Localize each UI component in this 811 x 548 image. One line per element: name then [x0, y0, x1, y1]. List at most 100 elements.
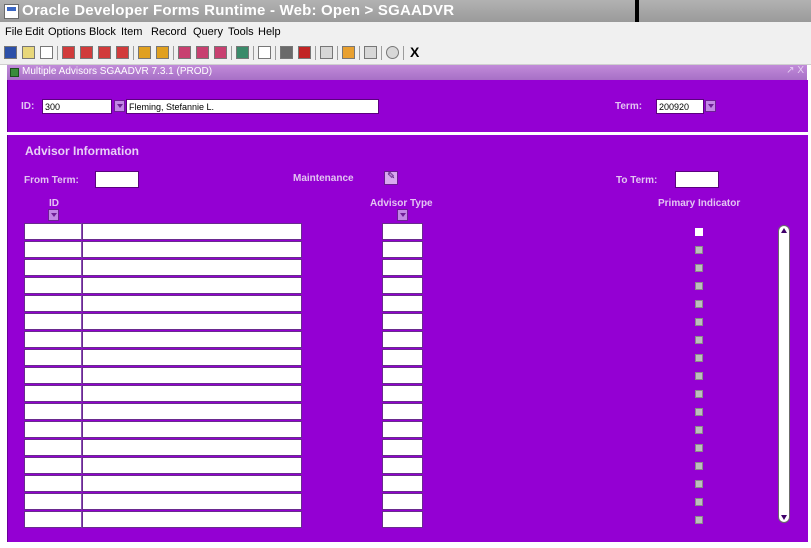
name-field[interactable]: Fleming, Stefannie L. [126, 99, 379, 114]
advisor-name-cell[interactable] [82, 349, 302, 366]
primary-indicator-checkbox[interactable] [695, 354, 703, 362]
advisor-id-cell[interactable] [24, 511, 82, 528]
help-icon[interactable] [320, 46, 333, 59]
advisor-id-cell[interactable] [24, 439, 82, 456]
menu-file[interactable]: File [5, 26, 23, 38]
advisor-type-cell[interactable] [382, 277, 423, 294]
menu-item[interactable]: Item [121, 26, 142, 38]
primary-indicator-checkbox[interactable] [695, 372, 703, 380]
advisor-type-cell[interactable] [382, 511, 423, 528]
advisor-name-cell[interactable] [82, 331, 302, 348]
primary-indicator-checkbox[interactable] [695, 282, 703, 290]
records-scrollbar[interactable] [778, 225, 790, 523]
menu-edit[interactable]: Edit [25, 26, 44, 38]
advisor-type-cell[interactable] [382, 439, 423, 456]
advisor-type-cell[interactable] [382, 367, 423, 384]
export-icon[interactable] [280, 46, 293, 59]
advisor-type-cell[interactable] [382, 493, 423, 510]
advisor-id-cell[interactable] [24, 367, 82, 384]
advisor-id-cell[interactable] [24, 403, 82, 420]
advisor-name-cell[interactable] [82, 313, 302, 330]
print-icon[interactable] [40, 46, 53, 59]
save-icon[interactable] [4, 46, 17, 59]
advisor-id-cell[interactable] [24, 475, 82, 492]
primary-indicator-checkbox[interactable] [695, 408, 703, 416]
col-id-lov-button[interactable] [48, 209, 59, 221]
advisor-type-cell[interactable] [382, 403, 423, 420]
advisor-id-cell[interactable] [24, 277, 82, 294]
advisor-name-cell[interactable] [82, 241, 302, 258]
remove-record-icon[interactable] [156, 46, 169, 59]
next-record-icon[interactable] [98, 46, 111, 59]
advisor-type-cell[interactable] [382, 421, 423, 438]
advisor-type-cell[interactable] [382, 385, 423, 402]
primary-indicator-checkbox[interactable] [695, 480, 703, 488]
term-search-button[interactable] [705, 100, 716, 112]
cancel-query-icon[interactable] [214, 46, 227, 59]
options-icon[interactable] [364, 46, 377, 59]
to-term-field[interactable] [675, 171, 719, 188]
advisor-type-cell[interactable] [382, 331, 423, 348]
advisor-id-cell[interactable] [24, 385, 82, 402]
rollback-icon[interactable] [22, 46, 35, 59]
advisor-name-cell[interactable] [82, 259, 302, 276]
execute-query-icon[interactable] [196, 46, 209, 59]
clear-icon[interactable] [298, 46, 311, 59]
print-screen-icon[interactable] [258, 46, 271, 59]
insert-record-icon[interactable] [138, 46, 151, 59]
menu-query[interactable]: Query [193, 26, 223, 38]
maintenance-button[interactable]: ✎ [384, 171, 398, 185]
menu-options[interactable]: Options [48, 26, 86, 38]
find-icon[interactable] [236, 46, 249, 59]
advisor-type-cell[interactable] [382, 457, 423, 474]
advisor-type-cell[interactable] [382, 241, 423, 258]
advisor-id-cell[interactable] [24, 241, 82, 258]
advisor-type-cell[interactable] [382, 295, 423, 312]
enter-query-icon[interactable] [178, 46, 191, 59]
advisor-name-cell[interactable] [82, 475, 302, 492]
id-field[interactable]: 300 [42, 99, 112, 114]
exit-icon[interactable]: X [410, 44, 419, 60]
advisor-name-cell[interactable] [82, 223, 302, 240]
advisor-id-cell[interactable] [24, 223, 82, 240]
primary-indicator-checkbox[interactable] [695, 462, 703, 470]
advisor-type-cell[interactable] [382, 259, 423, 276]
primary-indicator-checkbox[interactable] [695, 264, 703, 272]
primary-indicator-checkbox[interactable] [695, 318, 703, 326]
primary-indicator-checkbox[interactable] [695, 390, 703, 398]
advisor-name-cell[interactable] [82, 439, 302, 456]
advisor-id-cell[interactable] [24, 349, 82, 366]
primary-indicator-checkbox[interactable] [695, 300, 703, 308]
advisor-id-cell[interactable] [24, 331, 82, 348]
list-icon[interactable] [342, 46, 355, 59]
from-term-field[interactable] [95, 171, 139, 188]
advisor-name-cell[interactable] [82, 295, 302, 312]
id-search-button[interactable] [114, 100, 125, 112]
advisor-type-cell[interactable] [382, 349, 423, 366]
advisor-name-cell[interactable] [82, 421, 302, 438]
advisor-type-lov-button[interactable] [397, 209, 408, 221]
advisor-name-cell[interactable] [82, 493, 302, 510]
advisor-id-cell[interactable] [24, 259, 82, 276]
primary-indicator-checkbox[interactable] [695, 426, 703, 434]
previous-record-icon[interactable] [80, 46, 93, 59]
menu-block[interactable]: Block [89, 26, 116, 38]
advisor-name-cell[interactable] [82, 403, 302, 420]
menu-help[interactable]: Help [258, 26, 281, 38]
advisor-id-cell[interactable] [24, 421, 82, 438]
advisor-id-cell[interactable] [24, 493, 82, 510]
primary-indicator-checkbox[interactable] [695, 498, 703, 506]
advisor-name-cell[interactable] [82, 367, 302, 384]
advisor-type-cell[interactable] [382, 475, 423, 492]
advisor-name-cell[interactable] [82, 457, 302, 474]
scroll-down-icon[interactable] [780, 513, 788, 521]
scroll-up-icon[interactable] [780, 227, 788, 235]
advisor-name-cell[interactable] [82, 277, 302, 294]
help-circle-icon[interactable] [386, 46, 399, 59]
menu-tools[interactable]: Tools [228, 26, 254, 38]
primary-indicator-checkbox[interactable] [695, 336, 703, 344]
term-field[interactable]: 200920 [656, 99, 704, 114]
advisor-id-cell[interactable] [24, 295, 82, 312]
advisor-id-cell[interactable] [24, 313, 82, 330]
primary-indicator-checkbox[interactable] [695, 228, 703, 236]
